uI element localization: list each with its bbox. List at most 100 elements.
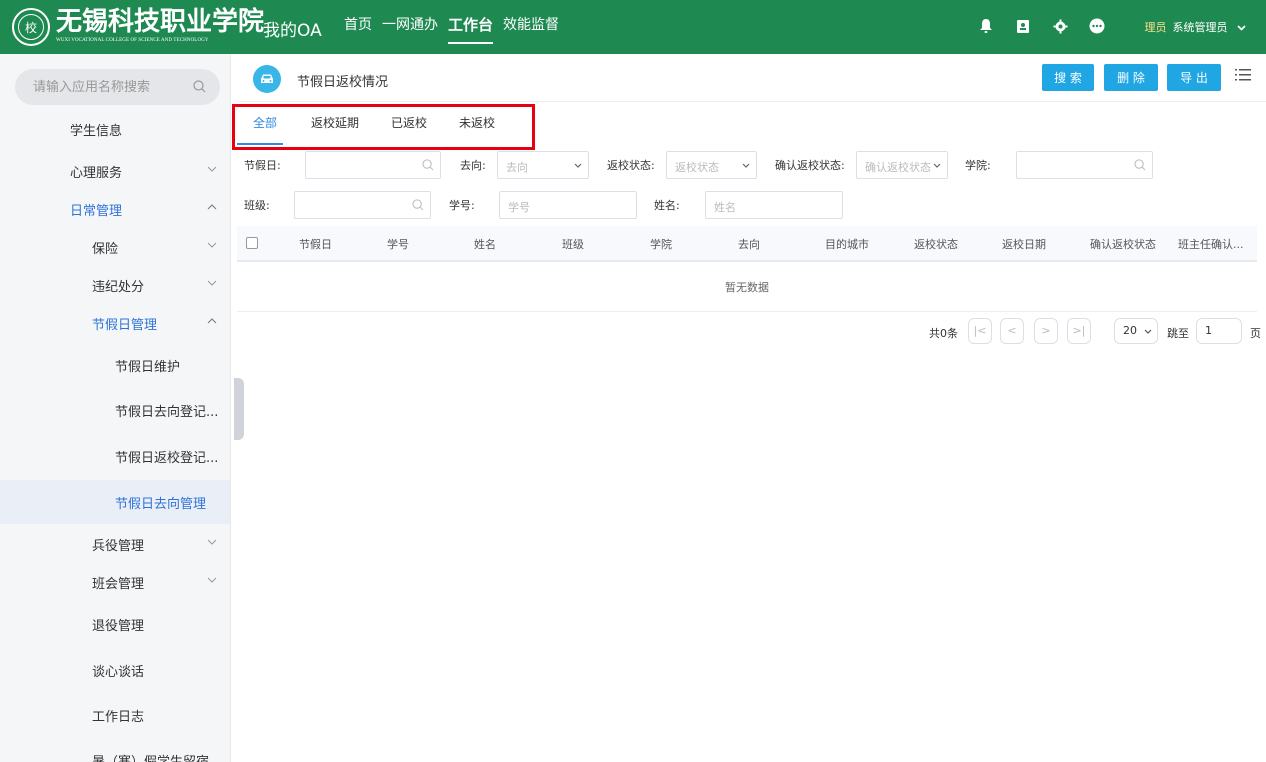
highlight-box xyxy=(232,104,535,150)
goto-page-input[interactable]: 1 xyxy=(1196,318,1242,344)
sidebar-item-holiday-maintain[interactable]: 节假日维护 xyxy=(0,346,230,384)
chevron-down-icon xyxy=(207,539,217,545)
search-icon[interactable] xyxy=(193,80,206,93)
sidebar-item-holiday-destination-mgmt[interactable]: 节假日去向管理 xyxy=(0,480,230,524)
college-field[interactable] xyxy=(1016,151,1153,179)
sidebar-item-heart-talk[interactable]: 谈心谈话 xyxy=(0,651,230,689)
col-destination-city: 目的城市 xyxy=(825,238,869,251)
col-confirm-status: 确认返校状态 xyxy=(1090,238,1156,251)
sidebar-item-daily-mgmt[interactable]: 日常管理 xyxy=(0,190,230,228)
top-bar: 校 无锡科技职业学院 WUXI VOCATIONAL COLLEGE OF SC… xyxy=(0,0,1266,54)
next-page-button[interactable]: > xyxy=(1034,318,1058,344)
col-college: 学院 xyxy=(650,238,672,251)
student-no-label: 学号: xyxy=(449,199,475,212)
return-status-select[interactable]: 返校状态 xyxy=(666,151,757,179)
sidebar-item-student-info[interactable]: 学生信息 xyxy=(0,110,230,148)
return-status-label: 返校状态: xyxy=(607,159,655,172)
delete-button[interactable]: 删 除 xyxy=(1104,64,1158,91)
destination-select[interactable]: 去向 xyxy=(497,151,589,179)
destination-placeholder: 去向 xyxy=(506,161,528,174)
chevron-up-icon xyxy=(207,204,217,210)
nav-efficiency[interactable]: 效能监督 xyxy=(503,0,559,54)
sidebar-item-label: 节假日返校登记... xyxy=(115,450,219,466)
confirm-status-label: 确认返校状态: xyxy=(775,159,845,172)
contacts-icon[interactable] xyxy=(1014,17,1032,35)
sidebar-item-holiday-destination-reg[interactable]: 节假日去向登记... xyxy=(0,391,230,429)
student-no-field[interactable]: 学号 xyxy=(499,191,637,219)
top-icons xyxy=(958,17,1106,35)
chevron-down-icon xyxy=(207,280,217,286)
sidebar-item-psych-service[interactable]: 心理服务 xyxy=(0,152,230,190)
sidebar-item-vacation-stay[interactable]: 暑（寒）假学生留宿 xyxy=(0,741,230,762)
goto-label: 跳至 xyxy=(1167,327,1189,340)
confirm-status-select[interactable]: 确认返校状态 xyxy=(856,151,948,179)
list-menu-icon[interactable] xyxy=(1235,68,1251,82)
pagination: 共0条 |< < > >| 20 跳至 1 页 xyxy=(237,318,1266,346)
empty-row: 暂无数据 xyxy=(237,262,1257,312)
holiday-label: 节假日: xyxy=(244,159,281,172)
search-button[interactable]: 搜 索 xyxy=(1042,64,1094,91)
page-size-value: 20 xyxy=(1123,324,1137,337)
sidebar-item-holiday-mgmt[interactable]: 节假日管理 xyxy=(0,304,230,342)
last-page-button[interactable]: >| xyxy=(1067,318,1091,344)
confirm-status-placeholder: 确认返校状态 xyxy=(865,161,931,174)
col-holiday: 节假日 xyxy=(299,238,332,251)
my-oa-title[interactable]: 我的OA xyxy=(263,16,322,41)
sidebar-item-military-service[interactable]: 兵役管理 xyxy=(0,525,230,563)
chevron-down-icon xyxy=(207,577,217,583)
sidebar-item-insurance[interactable]: 保险 xyxy=(0,228,230,266)
sidebar-item-label: 日常管理 xyxy=(70,203,123,219)
sidebar-item-label: 违纪处分 xyxy=(92,279,145,295)
chevron-down-icon xyxy=(742,163,750,168)
settings-icon[interactable] xyxy=(1051,17,1069,35)
sidebar-item-label: 谈心谈话 xyxy=(92,664,145,680)
search-icon xyxy=(422,159,434,171)
return-status-placeholder: 返校状态 xyxy=(675,161,719,174)
user-role: 理员 xyxy=(1144,21,1167,34)
nav-workbench[interactable]: 工作台 xyxy=(448,0,494,54)
first-page-button[interactable]: |< xyxy=(968,318,992,344)
sidebar-item-label: 节假日管理 xyxy=(92,317,158,333)
nav-home[interactable]: 首页 xyxy=(344,0,372,54)
sidebar-item-label: 退役管理 xyxy=(92,618,145,634)
destination-label: 去向: xyxy=(460,159,486,172)
sidebar-item-work-log[interactable]: 工作日志 xyxy=(0,696,230,734)
sidebar-item-label: 节假日去向登记... xyxy=(115,404,219,420)
bell-icon[interactable] xyxy=(977,17,995,35)
sidebar-item-label: 节假日去向管理 xyxy=(115,496,207,512)
sidebar-item-label: 心理服务 xyxy=(70,165,123,181)
user-menu[interactable]: 理员 系统管理员 xyxy=(1145,19,1247,35)
export-button[interactable]: 导 出 xyxy=(1167,64,1221,91)
sidebar: 学生信息 心理服务 日常管理 保险 违纪处分 节假日管理 节假日维护 节假日去向… xyxy=(0,54,231,762)
chevron-down-icon xyxy=(1144,329,1151,334)
col-return-date: 返校日期 xyxy=(1002,238,1046,251)
logo-glyph: 校 xyxy=(18,14,44,40)
student-no-placeholder: 学号 xyxy=(508,201,530,214)
chevron-up-icon xyxy=(207,318,217,324)
nav-one-stop[interactable]: 一网通办 xyxy=(382,0,438,54)
sidebar-item-label: 兵役管理 xyxy=(92,538,145,554)
class-field[interactable] xyxy=(294,191,431,219)
page-title: 节假日返校情况 xyxy=(297,75,389,90)
app-search-box xyxy=(15,69,220,105)
search-icon xyxy=(412,199,424,211)
sidebar-item-discipline[interactable]: 违纪处分 xyxy=(0,266,230,304)
class-label: 班级: xyxy=(244,199,270,212)
holiday-field[interactable] xyxy=(305,151,441,179)
app-search-input[interactable] xyxy=(33,69,193,105)
sidebar-item-class-meeting[interactable]: 班会管理 xyxy=(0,563,230,601)
sidebar-item-holiday-return-reg[interactable]: 节假日返校登记... xyxy=(0,437,230,475)
sidebar-item-label: 保险 xyxy=(92,241,119,257)
more-icon[interactable] xyxy=(1088,17,1106,35)
sidebar-item-label: 节假日维护 xyxy=(115,359,181,375)
page-size-select[interactable]: 20 xyxy=(1114,318,1158,344)
total-count: 共0条 xyxy=(929,327,958,340)
col-return-status: 返校状态 xyxy=(914,238,958,251)
name-field[interactable]: 姓名 xyxy=(705,191,843,219)
sidebar-item-label: 班会管理 xyxy=(92,576,145,592)
sidebar-item-veteran-mgmt[interactable]: 退役管理 xyxy=(0,605,230,643)
select-all-checkbox[interactable] xyxy=(246,237,258,249)
sidebar-item-label: 学生信息 xyxy=(70,123,123,139)
prev-page-button[interactable]: < xyxy=(1000,318,1024,344)
page-label: 页 xyxy=(1250,327,1261,340)
